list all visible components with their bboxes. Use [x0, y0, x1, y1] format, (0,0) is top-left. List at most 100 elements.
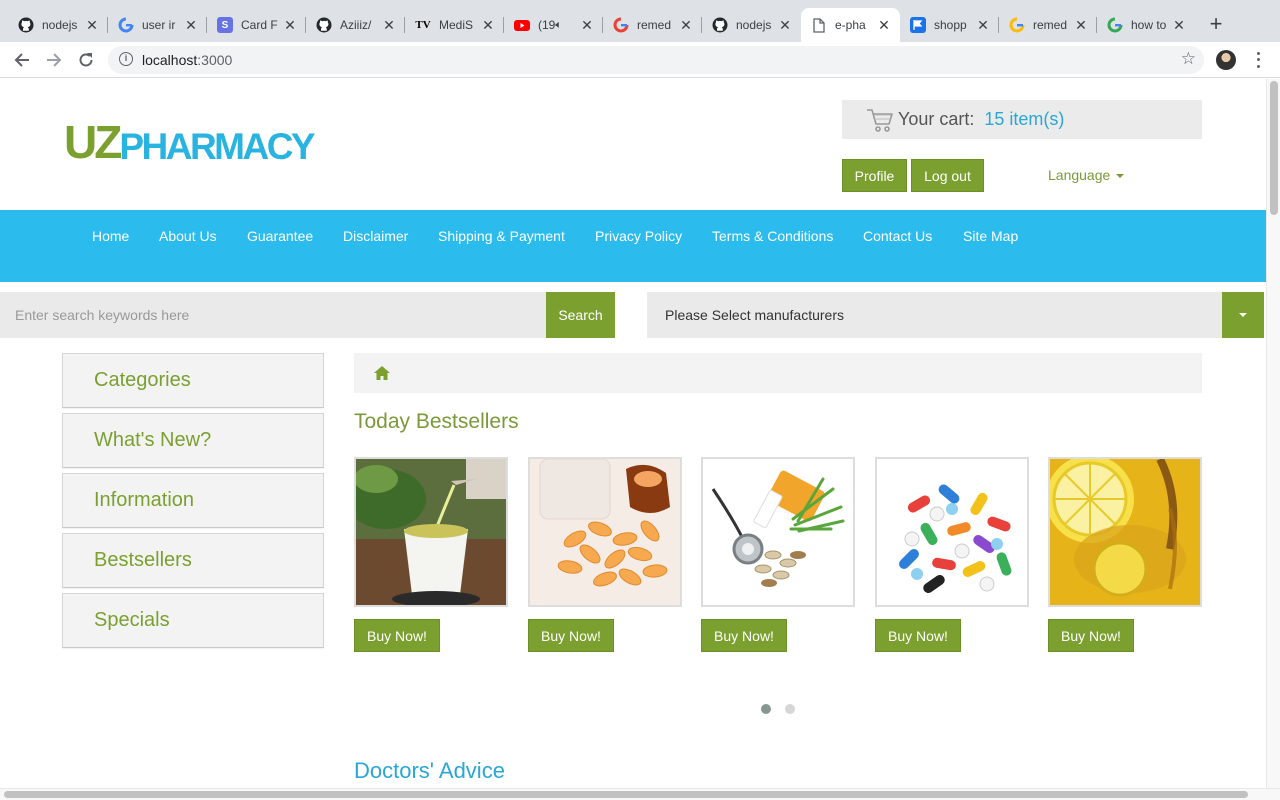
close-icon[interactable]: ✕	[1073, 17, 1089, 34]
nav-item-shipping-payment[interactable]: Shipping & Payment	[438, 228, 565, 244]
site-logo[interactable]: UZ PHARMACY	[64, 119, 316, 165]
nav-item-terms-conditions[interactable]: Terms & Conditions	[712, 228, 833, 244]
product-image[interactable]	[701, 457, 855, 607]
product-image[interactable]	[875, 457, 1029, 607]
forward-button[interactable]	[42, 48, 66, 72]
browser-tab-active[interactable]: e-pha ✕	[801, 8, 900, 42]
new-tab-button[interactable]: +	[1204, 12, 1228, 36]
nav-item-about-us[interactable]: About Us	[159, 228, 217, 244]
browser-tab[interactable]: nodejs ✕	[8, 8, 108, 42]
page-icon	[811, 17, 827, 33]
browser-tab[interactable]: nodejs ✕	[702, 8, 801, 42]
close-icon[interactable]: ✕	[876, 17, 892, 34]
close-icon[interactable]: ✕	[678, 17, 694, 34]
manufacturer-select[interactable]: Please Select manufacturers	[647, 292, 1223, 338]
buy-now-button[interactable]: Buy Now!	[1048, 619, 1134, 652]
info-icon[interactable]: i	[119, 52, 133, 66]
doctors-advice-title: Doctors' Advice	[354, 758, 505, 783]
browser-tab[interactable]: Aziiiz/ ✕	[306, 8, 405, 42]
manufacturer-dropdown-toggle[interactable]	[1222, 292, 1264, 338]
search-input[interactable]: Enter search keywords here	[0, 292, 546, 338]
url-port: :3000	[197, 52, 233, 68]
logout-button[interactable]: Log out	[911, 159, 984, 192]
google-icon	[1107, 17, 1123, 33]
buy-now-button[interactable]: Buy Now!	[354, 619, 440, 652]
product-image[interactable]	[354, 457, 508, 607]
browser-tab[interactable]: user ir ✕	[108, 8, 207, 42]
page-viewport: UZ PHARMACY Your cart: 15 item(s) Profile…	[0, 79, 1266, 788]
tab-title: how to	[1131, 18, 1167, 32]
close-icon[interactable]: ✕	[84, 17, 100, 34]
browser-tab[interactable]: S Card F ✕	[207, 8, 306, 42]
product-image[interactable]	[528, 457, 682, 607]
language-dropdown[interactable]: Language	[1048, 167, 1125, 183]
browser-tab[interactable]: remed ✕	[999, 8, 1097, 42]
nav-item-privacy-policy[interactable]: Privacy Policy	[595, 228, 682, 244]
profile-button[interactable]: Profile	[842, 159, 907, 192]
buy-now-button[interactable]: Buy Now!	[875, 619, 961, 652]
breadcrumb	[354, 353, 1202, 393]
sidebar-item-categories[interactable]: Categories	[62, 353, 324, 408]
scrollbar-thumb[interactable]	[4, 791, 1248, 798]
product-card: Buy Now!	[528, 457, 682, 652]
search-row: Enter search keywords here Search Please…	[0, 292, 1266, 338]
close-icon[interactable]: ✕	[183, 17, 199, 34]
home-icon[interactable]	[373, 365, 391, 381]
close-icon[interactable]: ✕	[975, 17, 991, 34]
tab-title: remed	[637, 18, 672, 32]
buy-now-button[interactable]: Buy Now!	[528, 619, 614, 652]
main-navigation: Home About Us Guarantee Disclaimer Shipp…	[0, 210, 1266, 282]
close-icon[interactable]: ✕	[480, 17, 496, 34]
shopping-cart-icon	[867, 108, 893, 132]
reload-button[interactable]	[74, 48, 98, 72]
profile-avatar[interactable]	[1216, 50, 1236, 70]
nav-item-home[interactable]: Home	[92, 228, 129, 244]
scrollbar-thumb[interactable]	[1270, 81, 1278, 215]
cart-count[interactable]: 15 item(s)	[984, 109, 1064, 130]
bookmark-star-icon[interactable]: ☆	[1181, 49, 1196, 69]
speaker-icon: 🔈︎	[555, 18, 562, 31]
browser-tab-bar: nodejs ✕ user ir ✕ S Card F ✕ Aziiiz/ ✕ …	[0, 0, 1280, 42]
vertical-scrollbar[interactable]	[1266, 79, 1280, 788]
google-icon	[1009, 17, 1025, 33]
tab-title: nodejs	[736, 18, 772, 32]
search-button[interactable]: Search	[546, 292, 615, 338]
tab-title: remed	[1033, 18, 1068, 32]
browser-tab[interactable]: how to ✕	[1097, 8, 1195, 42]
carousel-dot-1[interactable]	[761, 704, 771, 714]
horizontal-scrollbar[interactable]	[0, 788, 1280, 800]
sidebar-item-bestsellers[interactable]: Bestsellers	[62, 533, 324, 588]
close-icon[interactable]: ✕	[282, 17, 298, 34]
nav-item-site-map[interactable]: Site Map	[963, 228, 1018, 244]
address-bar[interactable]: i localhost:3000 ☆	[108, 46, 1204, 74]
carousel-dot-2[interactable]	[785, 704, 795, 714]
cart-summary[interactable]: Your cart: 15 item(s)	[842, 100, 1202, 139]
close-icon[interactable]: ✕	[1171, 17, 1187, 34]
close-icon[interactable]: ✕	[381, 17, 397, 34]
sidebar-item-information[interactable]: Information	[62, 473, 324, 528]
github-icon	[316, 17, 332, 33]
stethoscope-herbs-image	[703, 459, 853, 605]
back-button[interactable]	[10, 48, 34, 72]
close-icon[interactable]: ✕	[579, 17, 595, 34]
nav-item-guarantee[interactable]: Guarantee	[247, 228, 313, 244]
browser-tab[interactable]: shopp ✕	[900, 8, 999, 42]
tab-title: nodejs	[42, 18, 78, 32]
browser-menu-icon[interactable]	[1252, 50, 1264, 70]
tab-title: (19	[538, 18, 556, 32]
browser-tab[interactable]: remed ✕	[603, 8, 702, 42]
close-icon[interactable]: ✕	[777, 17, 793, 34]
nav-item-disclaimer[interactable]: Disclaimer	[343, 228, 408, 244]
sidebar-item-whats-new[interactable]: What's New?	[62, 413, 324, 468]
tab-title: MediS	[439, 18, 474, 32]
browser-tab[interactable]: TV MediS ✕	[405, 8, 504, 42]
buy-now-button[interactable]: Buy Now!	[701, 619, 787, 652]
caret-down-icon	[1239, 313, 1247, 317]
tab-title: Aziiiz/	[340, 18, 372, 32]
tab-title: Card F	[241, 18, 278, 32]
browser-tab[interactable]: (19 🔈︎ ✕	[504, 8, 603, 42]
product-image[interactable]	[1048, 457, 1202, 607]
sidebar-item-specials[interactable]: Specials	[62, 593, 324, 648]
tab-title: user ir	[142, 18, 176, 32]
nav-item-contact-us[interactable]: Contact Us	[863, 228, 932, 244]
